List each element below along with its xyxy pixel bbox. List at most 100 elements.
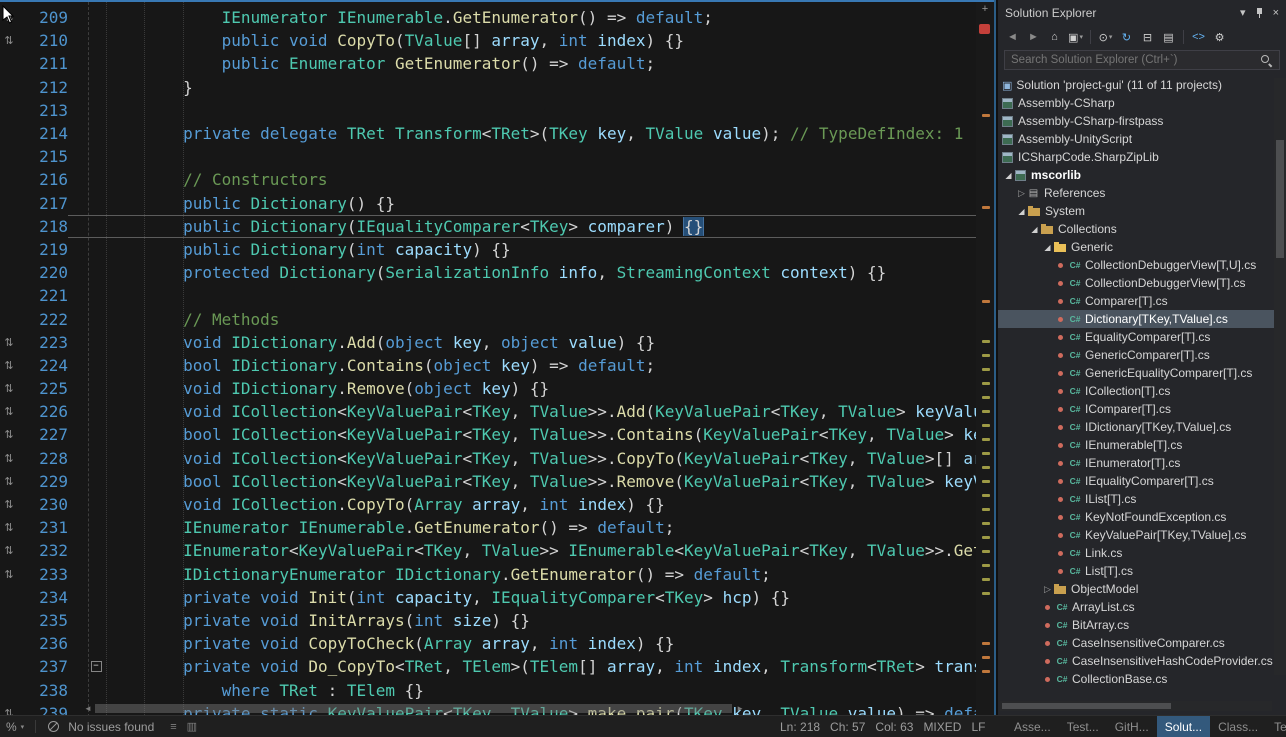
- collapse-all-icon[interactable]: ⊟: [1138, 28, 1157, 46]
- code-text[interactable]: IEnumerator IEnumerable.GetEnumerator() …: [106, 8, 976, 27]
- line-body[interactable]: bool ICollection<KeyValuePair<TKey, TVal…: [68, 423, 976, 446]
- code-line[interactable]: ⇅232 IEnumerator<KeyValuePair<TKey, TVal…: [0, 539, 976, 562]
- line-number[interactable]: 236: [18, 634, 68, 653]
- code-line[interactable]: ⇅210 public void CopyTo(TValue[] array, …: [0, 29, 976, 52]
- line-number[interactable]: 222: [18, 310, 68, 329]
- line-number[interactable]: 210: [18, 31, 68, 50]
- code-line[interactable]: ⇅227 bool ICollection<KeyValuePair<TKey,…: [0, 423, 976, 446]
- code-line[interactable]: 213: [0, 99, 976, 122]
- reference-arrows-icon[interactable]: ⇅: [0, 498, 18, 511]
- reference-arrows-icon[interactable]: ⇅: [0, 359, 18, 372]
- code-line[interactable]: ⇅231 IEnumerator IEnumerable.GetEnumerat…: [0, 516, 976, 539]
- code-text[interactable]: void ICollection<KeyValuePair<TKey, TVal…: [106, 402, 976, 421]
- char-indicator[interactable]: Ch: 57: [830, 720, 865, 734]
- line-number[interactable]: 233: [18, 565, 68, 584]
- sync-with-active-document-icon[interactable]: ▣▾: [1066, 28, 1085, 46]
- code-text[interactable]: IEnumerator<KeyValuePair<TKey, TValue>> …: [106, 541, 976, 560]
- tree-horizontal-scrollbar[interactable]: [1000, 701, 1272, 711]
- window-menu-icon[interactable]: ▾: [1240, 6, 1246, 19]
- tree-item[interactable]: C#List[T].cs: [998, 562, 1274, 580]
- code-text[interactable]: bool ICollection<KeyValuePair<TKey, TVal…: [106, 425, 976, 444]
- line-number[interactable]: 214: [18, 124, 68, 143]
- vscroll-thumb[interactable]: [1276, 140, 1284, 258]
- tree-item[interactable]: ▷ObjectModel: [998, 580, 1274, 598]
- code-text[interactable]: // Constructors: [106, 170, 976, 189]
- line-number[interactable]: 223: [18, 333, 68, 352]
- code-text[interactable]: public Dictionary() {}: [106, 194, 976, 213]
- code-line[interactable]: 218 public Dictionary(IEqualityComparer<…: [0, 215, 976, 238]
- tree-item[interactable]: C#CaseInsensitiveHashCodeProvider.cs: [998, 652, 1274, 670]
- line-number[interactable]: 238: [18, 681, 68, 700]
- line-body[interactable]: [68, 99, 976, 122]
- line-number[interactable]: 221: [18, 286, 68, 305]
- forward-icon[interactable]: ►: [1024, 28, 1043, 46]
- line-number[interactable]: 235: [18, 611, 68, 630]
- code-text[interactable]: void IDictionary.Remove(object key) {}: [106, 379, 976, 398]
- solution-explorer-titlebar[interactable]: Solution Explorer ▾ ×: [998, 0, 1286, 25]
- line-number[interactable]: 228: [18, 449, 68, 468]
- home-icon[interactable]: ⌂: [1045, 28, 1064, 46]
- tool-window-tab[interactable]: Test...: [1059, 716, 1107, 737]
- line-body[interactable]: public Enumerator GetEnumerator() => def…: [68, 52, 976, 75]
- code-text[interactable]: where TRet : TElem {}: [106, 681, 976, 700]
- tool-window-tab[interactable]: Class...: [1210, 716, 1266, 737]
- line-body[interactable]: bool IDictionary.Contains(object key) =>…: [68, 354, 976, 377]
- code-text[interactable]: IEnumerator IEnumerable.GetEnumerator() …: [106, 518, 976, 537]
- tree-item[interactable]: ◢mscorlib: [998, 166, 1274, 184]
- view-code-icon[interactable]: <>: [1189, 28, 1208, 46]
- code-text[interactable]: IDictionaryEnumerator IDictionary.GetEnu…: [106, 565, 976, 584]
- code-text[interactable]: public void CopyTo(TValue[] array, int i…: [106, 31, 976, 50]
- line-body[interactable]: where TRet : TElem {}: [68, 678, 976, 701]
- code-line[interactable]: 237− private void Do_CopyTo<TRet, TElem>…: [0, 655, 976, 678]
- line-body[interactable]: private void InitArrays(int size) {}: [68, 609, 976, 632]
- reference-arrows-icon[interactable]: ⇅: [0, 568, 18, 581]
- panel-icon[interactable]: ▥: [187, 721, 197, 733]
- line-number[interactable]: 226: [18, 402, 68, 421]
- code-text[interactable]: void ICollection<KeyValuePair<TKey, TVal…: [106, 449, 976, 468]
- line-number[interactable]: 225: [18, 379, 68, 398]
- reference-arrows-icon[interactable]: ⇅: [0, 475, 18, 488]
- close-icon[interactable]: ×: [1273, 7, 1279, 19]
- line-body[interactable]: [68, 145, 976, 168]
- line-body[interactable]: IEnumerator<KeyValuePair<TKey, TValue>> …: [68, 539, 976, 562]
- tool-window-tab[interactable]: GitH...: [1107, 716, 1157, 737]
- tree-item[interactable]: C#EqualityComparer[T].cs: [998, 328, 1274, 346]
- line-body[interactable]: private delegate TRet Transform<TRet>(TK…: [68, 122, 976, 145]
- list-icon[interactable]: ≡: [170, 721, 176, 733]
- tree-item[interactable]: C#ArrayList.cs: [998, 598, 1274, 616]
- code-text[interactable]: private void InitArrays(int size) {}: [106, 611, 976, 630]
- properties-icon[interactable]: ⚙: [1210, 28, 1229, 46]
- line-number[interactable]: 217: [18, 194, 68, 213]
- line-body[interactable]: // Constructors: [68, 168, 976, 191]
- chevron-expanded-icon[interactable]: ◢: [1002, 171, 1015, 180]
- code-line[interactable]: 221: [0, 284, 976, 307]
- line-number[interactable]: 234: [18, 588, 68, 607]
- tree-item[interactable]: C#ICollection[T].cs: [998, 382, 1274, 400]
- code-line[interactable]: 217 public Dictionary() {}: [0, 192, 976, 215]
- code-line[interactable]: 212 }: [0, 76, 976, 99]
- line-number[interactable]: 231: [18, 518, 68, 537]
- reference-arrows-icon[interactable]: ⇅: [0, 34, 18, 47]
- tree-item[interactable]: C#Link.cs: [998, 544, 1274, 562]
- tree-item[interactable]: C#KeyValuePair[TKey,TValue].cs: [998, 526, 1274, 544]
- reference-arrows-icon[interactable]: ⇅: [0, 521, 18, 534]
- back-icon[interactable]: ◄: [1003, 28, 1022, 46]
- code-text[interactable]: bool ICollection<KeyValuePair<TKey, TVal…: [106, 472, 976, 491]
- line-body[interactable]: private void Init(int capacity, IEqualit…: [68, 586, 976, 609]
- code-text[interactable]: private void CopyToCheck(Array array, in…: [106, 634, 976, 653]
- filter-icon[interactable]: ⊙▾: [1096, 28, 1115, 46]
- hscroll-thumb[interactable]: [1002, 703, 1171, 709]
- tree-item[interactable]: C#Comparer[T].cs: [998, 292, 1274, 310]
- line-body[interactable]: void ICollection.CopyTo(Array array, int…: [68, 493, 976, 516]
- refresh-icon[interactable]: ↻: [1117, 28, 1136, 46]
- minus-box-icon[interactable]: −: [91, 661, 102, 672]
- tool-window-tab[interactable]: Tea...: [1266, 716, 1286, 737]
- line-body[interactable]: [68, 284, 976, 307]
- code-line[interactable]: ⇅228 void ICollection<KeyValuePair<TKey,…: [0, 447, 976, 470]
- chevron-collapsed-icon[interactable]: ▷: [1015, 188, 1028, 199]
- code-text[interactable]: }: [106, 78, 976, 97]
- tree-item[interactable]: Assembly-CSharp-firstpass: [998, 112, 1274, 130]
- line-body[interactable]: − private void Do_CopyTo<TRet, TElem>(TE…: [68, 655, 976, 678]
- reference-arrows-icon[interactable]: ⇅: [0, 382, 18, 395]
- code-line[interactable]: 236 private void CopyToCheck(Array array…: [0, 632, 976, 655]
